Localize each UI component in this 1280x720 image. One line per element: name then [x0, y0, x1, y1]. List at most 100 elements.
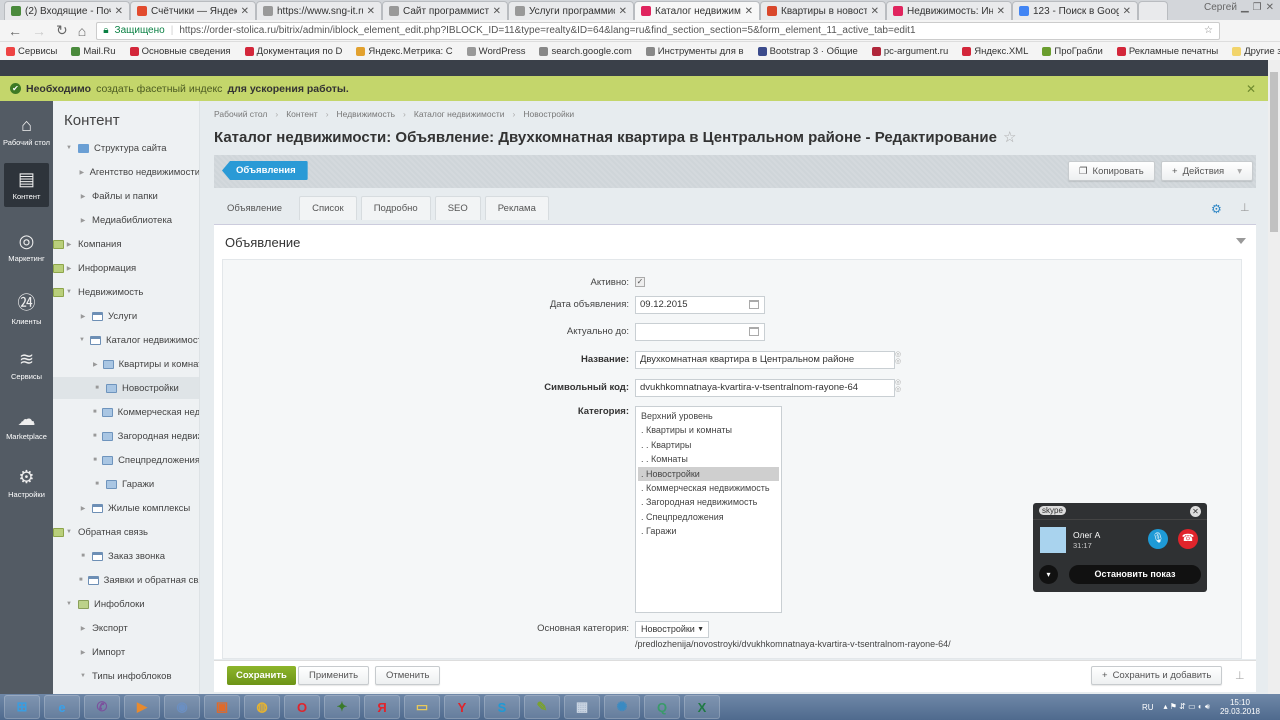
form-tab[interactable]: SEO: [434, 196, 481, 220]
close-tab-icon[interactable]: ✕: [367, 6, 375, 17]
close-icon[interactable]: ✕: [1190, 506, 1201, 517]
category-option[interactable]: . Коммерческая недвижимость: [638, 481, 779, 495]
code-field[interactable]: dvukhkomnatnaya-kvartira-v-tsentralnom-r…: [635, 379, 895, 397]
taskbar-start-icon[interactable]: ⊞: [4, 695, 40, 719]
leaf-dot-icon[interactable]: ■: [93, 481, 101, 487]
form-settings-gear-icon[interactable]: ⚙: [1211, 202, 1222, 216]
breadcrumb-item[interactable]: Рабочий стол: [214, 109, 267, 119]
collapsed-arrow-icon[interactable]: ▶: [93, 361, 98, 368]
cancel-button[interactable]: Отменить: [375, 666, 441, 685]
bookmark-item[interactable]: pc-argument.ru: [871, 46, 948, 57]
back-icon[interactable]: ←: [8, 23, 22, 39]
leaf-dot-icon[interactable]: ■: [79, 577, 83, 583]
forward-icon[interactable]: →: [32, 23, 46, 39]
form-tab[interactable]: Объявление: [214, 196, 296, 220]
collapsed-arrow-icon[interactable]: ▶: [79, 625, 87, 632]
microphone-icon[interactable]: 🎙︎: [1148, 529, 1168, 549]
tree-item[interactable]: ■ Коммерческая недвижимость: [53, 401, 199, 423]
bookmark-item[interactable]: search.google.com: [539, 46, 632, 57]
bookmark-item[interactable]: Сервисы: [6, 46, 57, 57]
expanded-arrow-icon[interactable]: ▼: [79, 673, 87, 679]
admin-menu-layers[interactable]: ≋ Сервисы: [0, 343, 53, 387]
pin-icon[interactable]: ⊥: [1240, 201, 1250, 214]
close-tab-icon[interactable]: ✕: [115, 6, 123, 17]
collapsed-arrow-icon[interactable]: ▶: [79, 193, 87, 200]
taskbar-media-player-icon[interactable]: ▶: [124, 695, 160, 719]
date-field[interactable]: 09.12.2015: [635, 296, 765, 314]
taskbar-yandex-browser-icon[interactable]: Y: [444, 695, 480, 719]
new-tab-button[interactable]: [1138, 1, 1168, 20]
taskbar-yandex-app-icon[interactable]: Я: [364, 695, 400, 719]
leaf-dot-icon[interactable]: ■: [93, 433, 97, 439]
browser-tab[interactable]: Услуги программиста ✕: [508, 1, 634, 20]
save-button[interactable]: Сохранить: [227, 666, 296, 685]
tree-item[interactable]: ■ Новостройки: [53, 377, 199, 399]
taskbar-screen-recorder-icon[interactable]: ▣: [204, 695, 240, 719]
browser-tab[interactable]: Счётчики — Яндекс.Метрика ✕: [130, 1, 256, 20]
collapse-section-icon[interactable]: [1236, 238, 1246, 249]
bookmark-item[interactable]: Яндекс.Метрика: С: [356, 46, 453, 57]
other-bookmarks[interactable]: Другие закладки: [1232, 46, 1280, 57]
expanded-arrow-icon[interactable]: ▼: [65, 529, 73, 535]
tree-item[interactable]: ▶ Агентство недвижимости: [53, 161, 199, 183]
taskbar-viber-icon[interactable]: ✆: [84, 695, 120, 719]
url-field[interactable]: 🔒︎ Защищено | https://order-stolica.ru/b…: [96, 21, 1220, 40]
tree-item[interactable]: ■ Спецпредложения: [53, 449, 199, 471]
tree-item[interactable]: ▶ Файлы и папки: [53, 185, 199, 207]
browser-tab[interactable]: Каталог недвижимости ✕: [634, 1, 760, 20]
taskbar-opera-icon[interactable]: O: [284, 695, 320, 719]
taskbar-app-green-icon[interactable]: ✦: [324, 695, 360, 719]
calendar-icon[interactable]: [749, 300, 759, 309]
admin-menu-gear[interactable]: ⚙ Настройки: [0, 461, 53, 505]
bookmark-item[interactable]: Bootstrap 3 · Общие: [757, 46, 858, 57]
collapsed-arrow-icon[interactable]: ▶: [79, 217, 87, 224]
admin-menu-home[interactable]: ⌂ Рабочий стол: [0, 109, 53, 153]
tree-item[interactable]: ▼ Типы инфоблоков: [53, 665, 199, 687]
admin-menu-document[interactable]: ▤ Контент: [4, 163, 49, 207]
category-option[interactable]: . . Квартиры: [638, 438, 779, 452]
admin-menu-cloud-download[interactable]: ☁ Marketplace: [0, 403, 53, 447]
browser-tab[interactable]: Недвижимость: Инфор ✕: [886, 1, 1012, 20]
scrollbar-thumb[interactable]: [1270, 72, 1278, 232]
browser-tab[interactable]: https://www.sng-it.ru/s ✕: [256, 1, 382, 20]
bookmark-item[interactable]: WordPress: [466, 46, 525, 57]
tree-item[interactable]: ▶ Компания: [53, 233, 199, 255]
taskbar-chrome-icon[interactable]: ◍: [244, 695, 280, 719]
tree-item[interactable]: ▶ Медиабиблиотека: [53, 209, 199, 231]
category-option[interactable]: . . Комнаты: [638, 452, 779, 466]
language-indicator[interactable]: RU: [1142, 703, 1154, 712]
collapsed-arrow-icon[interactable]: ▶: [79, 649, 87, 656]
taskbar-qip-icon[interactable]: Q: [644, 695, 680, 719]
tree-item[interactable]: ■ Гаражи: [53, 473, 199, 495]
close-notice-icon[interactable]: ✕: [1246, 82, 1256, 96]
maximize-icon[interactable]: ❐: [1253, 2, 1262, 13]
form-tab[interactable]: Список: [299, 196, 357, 220]
browser-tab[interactable]: (2) Входящие - Почта Mail.Ru ✕: [4, 1, 130, 20]
hang-up-icon[interactable]: ☎︎: [1178, 529, 1198, 549]
copy-button[interactable]: ❐ Копировать: [1068, 161, 1155, 181]
bookmark-item[interactable]: Яндекс.XML: [962, 46, 1028, 57]
close-tab-icon[interactable]: ✕: [871, 6, 879, 17]
collapsed-arrow-icon[interactable]: ▶: [79, 505, 87, 512]
taskbar-skype-icon[interactable]: S: [484, 695, 520, 719]
bookmark-item[interactable]: Рекламные печатны: [1116, 46, 1218, 57]
tree-item[interactable]: ▼ Каталог недвижимости: [53, 329, 199, 351]
until-field[interactable]: [635, 323, 765, 341]
close-tab-icon[interactable]: ✕: [997, 6, 1005, 17]
profile-label[interactable]: Сергей: [1204, 2, 1237, 13]
bookmark-item[interactable]: ПроГрабли: [1042, 46, 1103, 57]
tree-item[interactable]: ▶ Импорт: [53, 641, 199, 663]
taskbar-internet-explorer-icon[interactable]: e: [44, 695, 80, 719]
leaf-dot-icon[interactable]: ■: [93, 385, 101, 391]
form-tab[interactable]: Реклама: [484, 196, 549, 220]
name-field[interactable]: Двухкомнатная квартира в Центральном рай…: [635, 351, 895, 369]
expanded-arrow-icon[interactable]: ▼: [65, 289, 73, 295]
bookmark-star-icon[interactable]: ☆: [1204, 25, 1213, 36]
close-tab-icon[interactable]: ✕: [619, 6, 627, 17]
bookmark-item[interactable]: Основные сведения: [129, 46, 231, 57]
bookmark-item[interactable]: Mail.Ru: [71, 46, 116, 57]
leaf-dot-icon[interactable]: ■: [79, 553, 87, 559]
admin-menu-target[interactable]: ◎ Маркетинг: [0, 225, 53, 269]
save-and-add-button[interactable]: + Сохранить и добавить: [1091, 666, 1223, 685]
breadcrumb-item[interactable]: Контент: [286, 109, 318, 119]
